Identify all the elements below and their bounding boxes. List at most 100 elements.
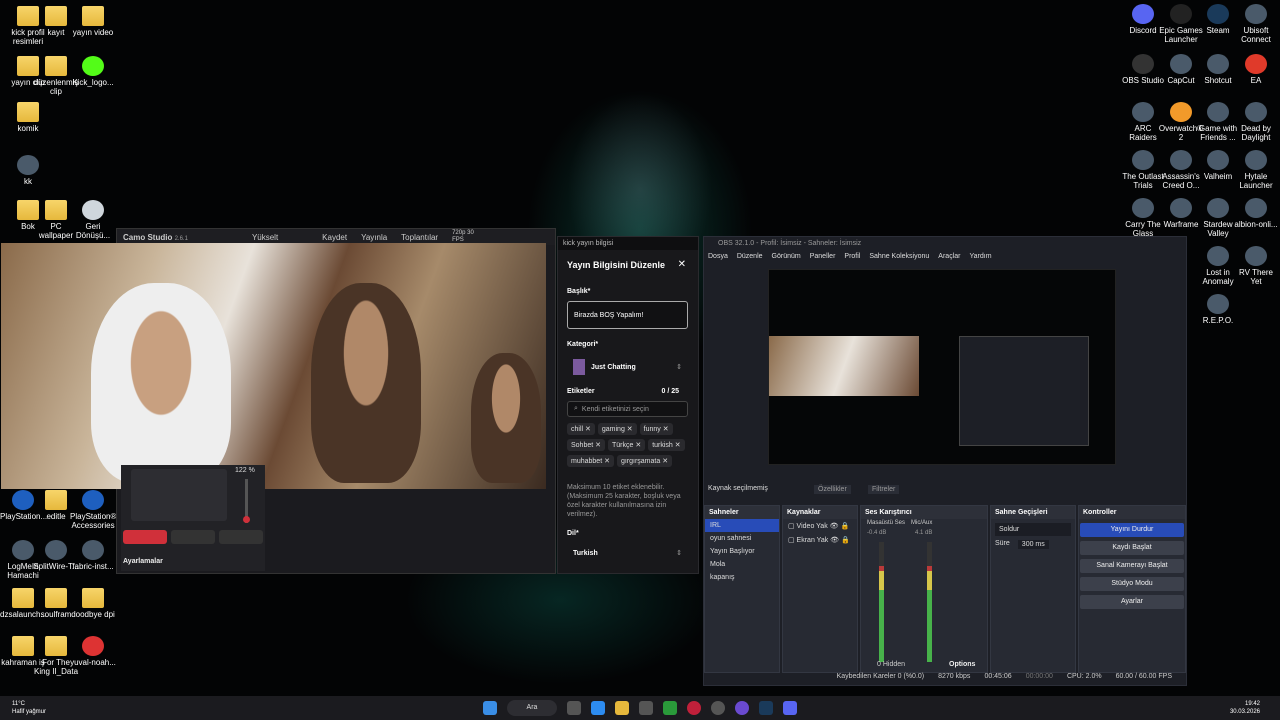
camo-taskbar-icon[interactable] bbox=[735, 701, 749, 715]
start-virtual-camera-button[interactable]: Sanal Kamerayı Başlat bbox=[1080, 559, 1184, 573]
meetings-button[interactable]: Toplantılar bbox=[401, 233, 438, 242]
desktop-icon-label: fabric-inst... bbox=[72, 562, 114, 571]
desktop-icon-label: EA bbox=[1250, 76, 1262, 85]
folder-icon bbox=[45, 588, 67, 608]
controls-title: Kontroller bbox=[1079, 506, 1185, 519]
obs-menu-item[interactable]: Araçlar bbox=[938, 253, 960, 262]
desktop-left-icon-13[interactable]: PlayStation® Accessories bbox=[70, 490, 116, 530]
obs-menu-item[interactable]: Görünüm bbox=[772, 253, 801, 262]
stream-button[interactable]: Yayınla bbox=[361, 233, 387, 242]
weather-widget[interactable]: 11°C Hafif yağmur bbox=[12, 700, 46, 716]
close-icon[interactable]: ✕ bbox=[678, 259, 686, 270]
obs-menu-item[interactable]: Sahne Koleksiyonu bbox=[869, 253, 929, 262]
tag-chip[interactable]: chill ✕ bbox=[567, 423, 595, 435]
discord-taskbar-icon[interactable] bbox=[783, 701, 797, 715]
kick-stream-info-window[interactable]: kick yayın bilgisi Yayın Bilgisini Düzen… bbox=[557, 236, 699, 574]
tag-search-input[interactable]: ⌕ Kendi etiketinizi seçin bbox=[567, 401, 688, 417]
scene-item[interactable]: Mola bbox=[705, 558, 779, 571]
camo-studio-window[interactable]: Camo Studio 2.6.1 Yükselt Kaydet Yayınla… bbox=[1, 228, 556, 574]
category-thumbnail bbox=[573, 359, 585, 375]
desktop-left-icon-16[interactable]: fabric-inst... bbox=[70, 540, 116, 571]
source-item[interactable]: ▢ Ekran Yak 👁 🔒 bbox=[783, 533, 857, 547]
desktop-icon-label: albion-onli... bbox=[1234, 220, 1278, 229]
settings-button[interactable]: Ayarlar bbox=[1080, 595, 1184, 609]
desktop-left-icon-6[interactable]: komik bbox=[5, 102, 51, 133]
desktop-right-icon-21[interactable]: RV There Yet bbox=[1233, 246, 1279, 286]
filters-button[interactable]: Filtreler bbox=[868, 485, 900, 494]
title-input[interactable]: Birazda BOŞ Yapalım! bbox=[567, 301, 688, 329]
store-icon[interactable] bbox=[639, 701, 653, 715]
tag-chip[interactable]: muhabbet ✕ bbox=[567, 455, 614, 467]
preview-obs-capture bbox=[959, 336, 1089, 446]
scene-item[interactable]: Yayın Başlıyor bbox=[705, 545, 779, 558]
tag-chip[interactable]: Türkçe ✕ bbox=[608, 439, 646, 451]
source-item[interactable]: ▢ Video Yak 👁 🔒 bbox=[783, 519, 857, 533]
desktop-left-icon-5[interactable]: Kick_logo... bbox=[70, 56, 116, 87]
options-button[interactable]: Options bbox=[949, 661, 975, 668]
language-select[interactable]: Turkish ⇕ bbox=[567, 543, 688, 563]
tag-chip[interactable]: gaming ✕ bbox=[597, 423, 637, 435]
desktop-left-icon-22[interactable]: yuval-noah... bbox=[70, 636, 116, 667]
clock-time: 19:42 bbox=[1244, 701, 1260, 707]
camo-snapshot-button[interactable] bbox=[219, 530, 263, 544]
folder-icon bbox=[12, 636, 34, 656]
search-icon: ⌕ bbox=[574, 405, 578, 412]
camo-switch-button[interactable] bbox=[171, 530, 215, 544]
studio-mode-button[interactable]: Stüdyo Modu bbox=[1080, 577, 1184, 591]
hidden-label: 0 Hidden bbox=[877, 661, 906, 668]
tag-chip[interactable]: turkish ✕ bbox=[648, 439, 685, 451]
desktop-right-icon-22[interactable]: R.E.P.O. bbox=[1195, 294, 1241, 325]
start-icon[interactable] bbox=[483, 701, 497, 715]
obs-menu-item[interactable]: Düzenle bbox=[737, 253, 763, 262]
scene-item[interactable]: kapanış bbox=[705, 571, 779, 584]
obs-status-bar: Kaybedilen Kareler 0 (%0.0) 8270 kbps 00… bbox=[704, 669, 1186, 685]
desktop-left-icon-2[interactable]: yayın video bbox=[70, 6, 116, 37]
search-box[interactable]: Ara bbox=[507, 700, 557, 716]
obs-taskbar-icon[interactable] bbox=[711, 701, 725, 715]
scene-item[interactable]: IRL bbox=[705, 519, 779, 532]
opera-icon[interactable] bbox=[687, 701, 701, 715]
camo-zoom-label: 122 % bbox=[235, 467, 255, 474]
scene-item[interactable]: oyun sahnesi bbox=[705, 532, 779, 545]
desktop-left-icon-7[interactable]: kk bbox=[5, 155, 51, 186]
mixer-db-2: 4.1 dB bbox=[915, 530, 933, 536]
category-select[interactable]: Just Chatting ⇕ bbox=[567, 355, 688, 379]
start-recording-button[interactable]: Kaydı Başlat bbox=[1080, 541, 1184, 555]
no-source-label: Kaynak seçilmemiş bbox=[708, 485, 768, 492]
mixer-title: Ses Karıştırıcı bbox=[861, 506, 987, 519]
file-explorer-icon[interactable] bbox=[615, 701, 629, 715]
obs-menu-item[interactable]: Profil bbox=[844, 253, 860, 262]
desktop-right-icon-19[interactable]: albion-onli... bbox=[1233, 198, 1279, 229]
obs-window[interactable]: OBS 32.1.0 - Profil: İsimsiz - Sahneler:… bbox=[703, 236, 1187, 686]
desktop-left-icon-10[interactable]: Geri Dönüşü... bbox=[70, 200, 116, 240]
system-clock[interactable]: 19:42 30.03.2026 bbox=[1230, 700, 1260, 716]
desktop-icon-label: Hytale Launcher bbox=[1239, 172, 1273, 190]
desktop-left-icon-19[interactable]: doodbye dpi bbox=[70, 588, 116, 619]
stop-stream-button[interactable]: Yayını Durdur bbox=[1080, 523, 1184, 537]
upgrade-button[interactable]: Yükselt bbox=[252, 233, 278, 242]
desktop-icon-label: RV There Yet bbox=[1239, 268, 1273, 286]
scenes-title: Sahneler bbox=[705, 506, 779, 519]
desktop-right-icon-3[interactable]: Ubisoft Connect bbox=[1233, 4, 1279, 44]
record-button[interactable]: Kaydet bbox=[322, 233, 347, 242]
desktop-right-icon-15[interactable]: Hytale Launcher bbox=[1233, 150, 1279, 190]
camo-record-toggle[interactable] bbox=[123, 530, 167, 544]
zoom-slider[interactable] bbox=[243, 479, 250, 523]
mixer-channel-2: Mic/Aux bbox=[911, 520, 933, 526]
xbox-icon[interactable] bbox=[663, 701, 677, 715]
steam-taskbar-icon[interactable] bbox=[759, 701, 773, 715]
obs-menu-item[interactable]: Paneller bbox=[810, 253, 836, 262]
tag-chip[interactable]: Sohbet ✕ bbox=[567, 439, 605, 451]
task-view-icon[interactable] bbox=[567, 701, 581, 715]
desktop-right-icon-11[interactable]: Dead by Daylight bbox=[1233, 102, 1279, 142]
properties-button[interactable]: Özellikler bbox=[814, 485, 851, 494]
desktop-right-icon-7[interactable]: EA bbox=[1233, 54, 1279, 85]
folder-icon bbox=[45, 56, 67, 76]
tag-chip[interactable]: gırgırşamata ✕ bbox=[616, 455, 673, 467]
copilot-icon[interactable] bbox=[591, 701, 605, 715]
duration-input[interactable]: 300 ms bbox=[1017, 540, 1049, 549]
tag-chip[interactable]: funny ✕ bbox=[639, 423, 673, 435]
obs-menu-item[interactable]: Dosya bbox=[708, 253, 728, 262]
obs-menu-item[interactable]: Yardım bbox=[969, 253, 991, 262]
transition-select[interactable]: Soldur bbox=[995, 523, 1071, 536]
